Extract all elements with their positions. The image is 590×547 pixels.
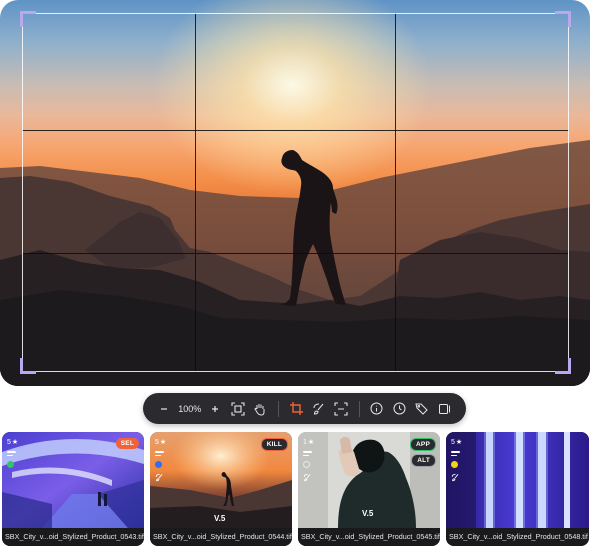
image-viewer[interactable] — [0, 0, 590, 386]
notes-icon[interactable] — [7, 451, 16, 456]
star-icon: ★ — [159, 439, 167, 446]
editor-toolbar: 100% — [143, 393, 466, 424]
fit-screen-icon[interactable] — [227, 397, 250, 421]
color-label-dot[interactable] — [155, 461, 162, 468]
plus-icon[interactable] — [204, 397, 227, 421]
focus-frame-icon[interactable] — [330, 397, 353, 421]
thumbnail-filename: SBX_City_v...oid_Stylized_Product_0545.t… — [298, 528, 440, 546]
thumbnail-0545[interactable]: 1 ★ APP ALT V.5 SBX_City_v...oid_Stylized… — [298, 432, 440, 546]
thumbnail-0548[interactable]: 5 ★ SBX_City_v...oid_Stylized_Product_054… — [446, 432, 589, 546]
version-label: V.5 — [362, 509, 374, 518]
star-rating[interactable]: 5 ★ — [155, 438, 167, 447]
hand-icon[interactable] — [249, 397, 272, 421]
color-label-dot[interactable] — [451, 461, 458, 468]
minus-icon[interactable] — [153, 397, 176, 421]
notes-icon[interactable] — [451, 451, 460, 456]
thumbnail-filename: SBX_City_v...oid_Stylized_Product_0544.t… — [150, 528, 292, 546]
star-rating[interactable]: 1 ★ — [303, 438, 315, 447]
notes-icon[interactable] — [303, 451, 312, 456]
status-badge-alt[interactable]: ALT — [411, 454, 436, 467]
brush-icon — [303, 473, 311, 482]
crop-icon[interactable] — [285, 397, 308, 421]
thumbnail-image — [446, 432, 589, 528]
color-label-dot[interactable] — [7, 461, 14, 468]
crop-handle-top-left[interactable] — [20, 11, 36, 27]
clock-icon[interactable] — [388, 397, 411, 421]
crop-handle-bottom-left[interactable] — [20, 358, 36, 374]
compare-icon[interactable] — [433, 397, 456, 421]
version-label: V.5 — [214, 514, 226, 523]
status-badge[interactable]: SEL — [115, 438, 139, 449]
star-icon: ★ — [307, 439, 315, 446]
notes-icon[interactable] — [155, 451, 164, 456]
thumbnail-0544[interactable]: 5 ★ KILL V.5 SBX_City_v...oid_Stylized_Pr… — [150, 432, 292, 546]
star-icon: ★ — [11, 439, 19, 446]
zoom-level[interactable]: 100% — [176, 404, 204, 414]
thumbnail-filename: SBX_City_v...oid_Stylized_Product_0543.t… — [2, 528, 144, 546]
crop-frame[interactable] — [22, 13, 569, 372]
brush-icon[interactable] — [307, 397, 330, 421]
thumbnail-0543[interactable]: 5 ★ SEL SBX_City_v...oid_Stylized_Product… — [2, 432, 144, 546]
status-badge[interactable]: APP — [410, 438, 436, 451]
brush-icon — [155, 473, 163, 482]
rating-value: 5 — [7, 438, 11, 446]
star-icon: ★ — [455, 439, 463, 446]
brush-icon — [451, 473, 459, 482]
status-badge[interactable]: KILL — [260, 438, 288, 451]
toolbar-separator — [358, 400, 360, 417]
color-label-dot[interactable] — [303, 461, 310, 468]
thumbnail-filename: SBX_City_v...oid_Stylized_Product_0548.t… — [446, 528, 589, 546]
toolbar-separator — [277, 400, 279, 417]
rating-value: 5 — [155, 438, 159, 446]
rating-value: 1 — [303, 438, 307, 446]
crop-handle-top-right[interactable] — [555, 11, 571, 27]
star-rating[interactable]: 5 ★ — [451, 438, 463, 447]
info-icon[interactable] — [366, 397, 389, 421]
tag-icon[interactable] — [411, 397, 434, 421]
rating-value: 5 — [451, 438, 455, 446]
star-rating[interactable]: 5 ★ — [7, 438, 19, 447]
crop-handle-bottom-right[interactable] — [555, 358, 571, 374]
